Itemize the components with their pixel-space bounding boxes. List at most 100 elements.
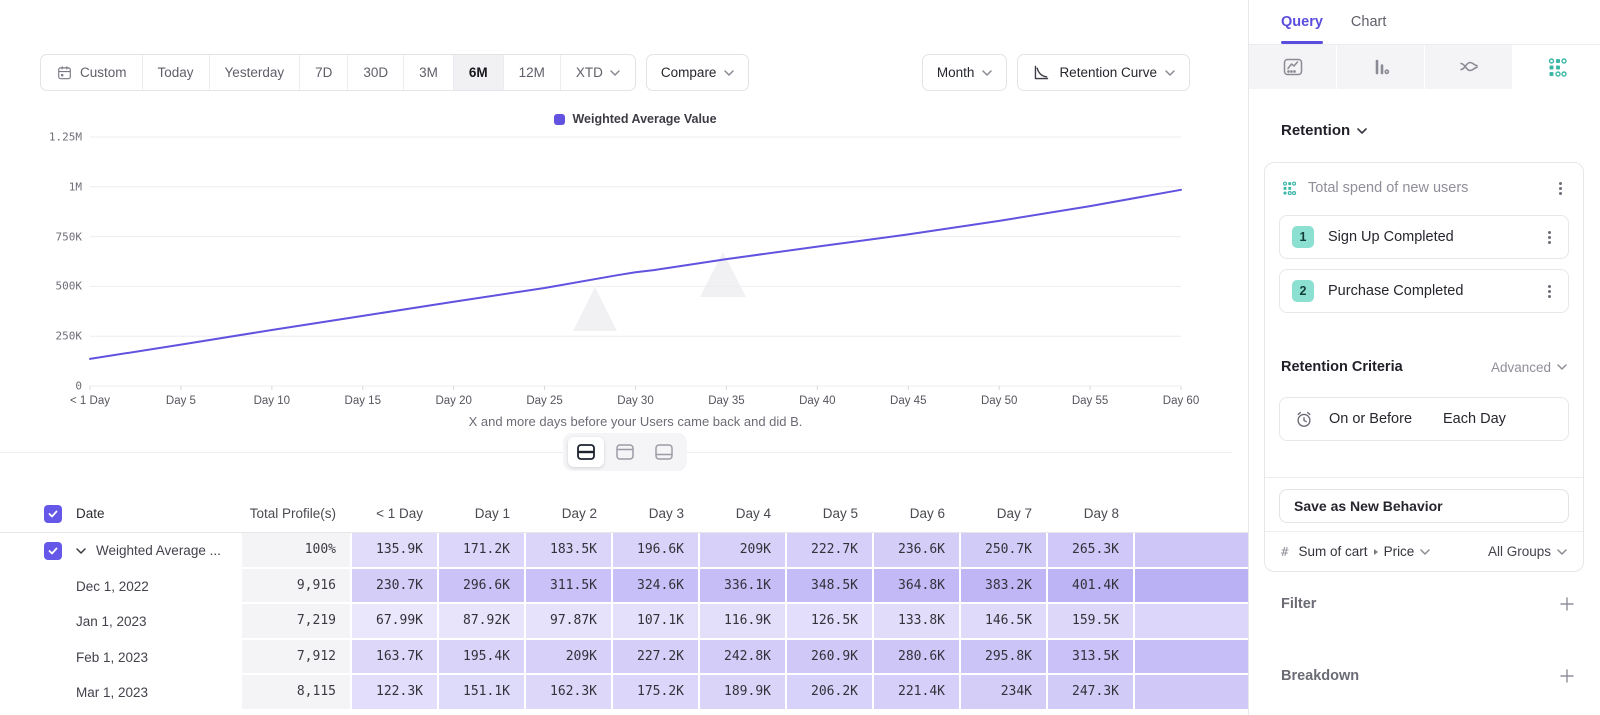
section-label: Retention bbox=[1281, 122, 1350, 139]
column-header-day[interactable]: Day 7 bbox=[959, 495, 1046, 532]
x-tick-label: Day 35 bbox=[708, 395, 744, 407]
layout-table-only-button[interactable] bbox=[646, 437, 682, 467]
column-header-total[interactable]: Total Profile(s) bbox=[240, 495, 350, 532]
series-line[interactable] bbox=[90, 190, 1181, 359]
value-cell: 195.4K bbox=[437, 640, 524, 676]
value-cell: 383.2K bbox=[959, 569, 1046, 605]
range-custom[interactable]: Custom bbox=[41, 55, 142, 90]
add-filter-button[interactable] bbox=[1560, 597, 1574, 611]
column-header-day[interactable]: Day 8 bbox=[1046, 495, 1133, 532]
column-header-date[interactable]: Date bbox=[76, 495, 240, 532]
range-label: 12M bbox=[519, 65, 545, 80]
range-3m[interactable]: 3M bbox=[403, 55, 453, 90]
query-sidebar: Query Chart Retention bbox=[1248, 0, 1600, 715]
range-label: 7D bbox=[315, 65, 332, 80]
chevron-down-icon bbox=[1420, 549, 1430, 555]
value-cell: 162.3K bbox=[524, 675, 611, 711]
save-as-new-behavior-button[interactable]: Save as New Behavior bbox=[1279, 489, 1569, 523]
behavior-menu-button[interactable] bbox=[1553, 178, 1567, 199]
y-tick-label: 500K bbox=[0, 280, 82, 293]
row-checkbox-cell bbox=[44, 675, 76, 711]
insights-icon bbox=[1282, 56, 1304, 78]
y-tick-label: 1M bbox=[0, 180, 82, 193]
funnels-report-button[interactable] bbox=[1337, 45, 1425, 89]
retention-report-button[interactable] bbox=[1513, 45, 1600, 89]
row-label: Jan 1, 2023 bbox=[76, 604, 240, 640]
column-header-day[interactable]: Day 3 bbox=[611, 495, 698, 532]
step-menu-button[interactable] bbox=[1542, 227, 1556, 248]
retention-timing-selector[interactable]: On or Before Each Day bbox=[1279, 397, 1569, 441]
range-label: Custom bbox=[80, 65, 127, 80]
flows-report-button[interactable] bbox=[1425, 45, 1513, 89]
compare-button[interactable]: Compare bbox=[646, 54, 750, 91]
column-header-day[interactable]: < 1 Day bbox=[350, 495, 437, 532]
value-cell: 324.6K bbox=[611, 569, 698, 605]
check-icon bbox=[47, 508, 59, 520]
row-checkbox[interactable] bbox=[44, 542, 62, 560]
value-cell: 206.2K bbox=[785, 675, 872, 711]
range-yesterday[interactable]: Yesterday bbox=[209, 55, 300, 90]
range-7d[interactable]: 7D bbox=[299, 55, 347, 90]
step-event-label: Sign Up Completed bbox=[1328, 229, 1528, 245]
table-row: Feb 1, 20237,912163.7K195.4K209K227.2K24… bbox=[0, 640, 1248, 676]
select-all-checkbox[interactable] bbox=[44, 505, 62, 523]
column-header-day[interactable]: Day 2 bbox=[524, 495, 611, 532]
total-cell: 9,916 bbox=[240, 569, 350, 605]
step-menu-button[interactable] bbox=[1542, 281, 1556, 302]
chart-caption: X and more days before your Users came b… bbox=[90, 414, 1181, 429]
table-row: Jan 1, 20237,21967.99K87.92K97.87K107.1K… bbox=[0, 604, 1248, 640]
value-cell: 234K bbox=[959, 675, 1046, 711]
range-label: XTD bbox=[576, 65, 603, 80]
timing-condition: On or Before bbox=[1329, 411, 1412, 427]
value-cell: 126.5K bbox=[785, 604, 872, 640]
tab-chart[interactable]: Chart bbox=[1351, 0, 1386, 44]
value-cell: 133.8K bbox=[872, 604, 959, 640]
chevron-down-icon bbox=[76, 548, 86, 554]
measure-property-dropdown[interactable]: Sum of cart Price bbox=[1299, 544, 1478, 559]
range-6m[interactable]: 6M bbox=[453, 55, 503, 90]
layout-chart-and-table-button[interactable] bbox=[568, 437, 604, 467]
report-section-selector[interactable]: Retention bbox=[1281, 122, 1367, 139]
column-header-day[interactable]: Day 1 bbox=[437, 495, 524, 532]
column-header-day[interactable]: Day 5 bbox=[785, 495, 872, 532]
criteria-mode-dropdown[interactable]: Advanced bbox=[1491, 360, 1567, 375]
chevron-down-icon bbox=[610, 70, 620, 76]
date-range-control: Custom TodayYesterday 7D 30D 3M 6M 12M XTD bbox=[40, 54, 636, 91]
value-cell: 116.9K bbox=[698, 604, 785, 640]
range-today[interactable]: Today bbox=[142, 55, 209, 90]
chart-style-button[interactable]: Retention Curve bbox=[1017, 54, 1190, 91]
column-header-day[interactable]: Day 4 bbox=[698, 495, 785, 532]
add-breakdown-button[interactable] bbox=[1560, 669, 1574, 683]
measure-event: Sum of cart bbox=[1299, 544, 1368, 559]
x-tick-label: Day 60 bbox=[1163, 395, 1199, 407]
filter-section: Filter bbox=[1281, 596, 1574, 612]
filter-label: Filter bbox=[1281, 596, 1316, 612]
behavior-card: Total spend of new users 1 Sign Up Comple… bbox=[1264, 162, 1584, 572]
chart-legend[interactable]: Weighted Average Value bbox=[90, 112, 1181, 126]
granularity-button[interactable]: Month bbox=[922, 54, 1008, 91]
overflow-cell bbox=[1133, 569, 1248, 605]
value-cell: 189.9K bbox=[698, 675, 785, 711]
range-label: 3M bbox=[419, 65, 438, 80]
range-12m[interactable]: 12M bbox=[503, 55, 560, 90]
retention-icon bbox=[1546, 56, 1568, 78]
behavior-step-2[interactable]: 2Purchase Completed bbox=[1279, 269, 1569, 313]
step-number-badge: 1 bbox=[1292, 226, 1314, 248]
column-header-day[interactable]: Day 6 bbox=[872, 495, 959, 532]
group-selector-dropdown[interactable]: All Groups bbox=[1488, 544, 1567, 559]
range-xtd[interactable]: XTD bbox=[560, 55, 635, 90]
layout-chart-only-button[interactable] bbox=[607, 437, 643, 467]
save-label: Save as New Behavior bbox=[1294, 498, 1443, 514]
total-cell: 100% bbox=[240, 533, 350, 569]
value-cell: 183.5K bbox=[524, 533, 611, 569]
report-type-switcher bbox=[1249, 45, 1600, 89]
row-expand-chevron[interactable] bbox=[76, 533, 96, 569]
insights-report-button[interactable] bbox=[1249, 45, 1337, 89]
tab-query[interactable]: Query bbox=[1281, 0, 1323, 44]
value-cell: 260.9K bbox=[785, 640, 872, 676]
behavior-step-1[interactable]: 1 Sign Up Completed bbox=[1279, 215, 1569, 259]
y-tick-label: 250K bbox=[0, 330, 82, 343]
value-cell: 122.3K bbox=[350, 675, 437, 711]
range-30d[interactable]: 30D bbox=[347, 55, 403, 90]
behavior-title: Total spend of new users bbox=[1308, 180, 1542, 196]
